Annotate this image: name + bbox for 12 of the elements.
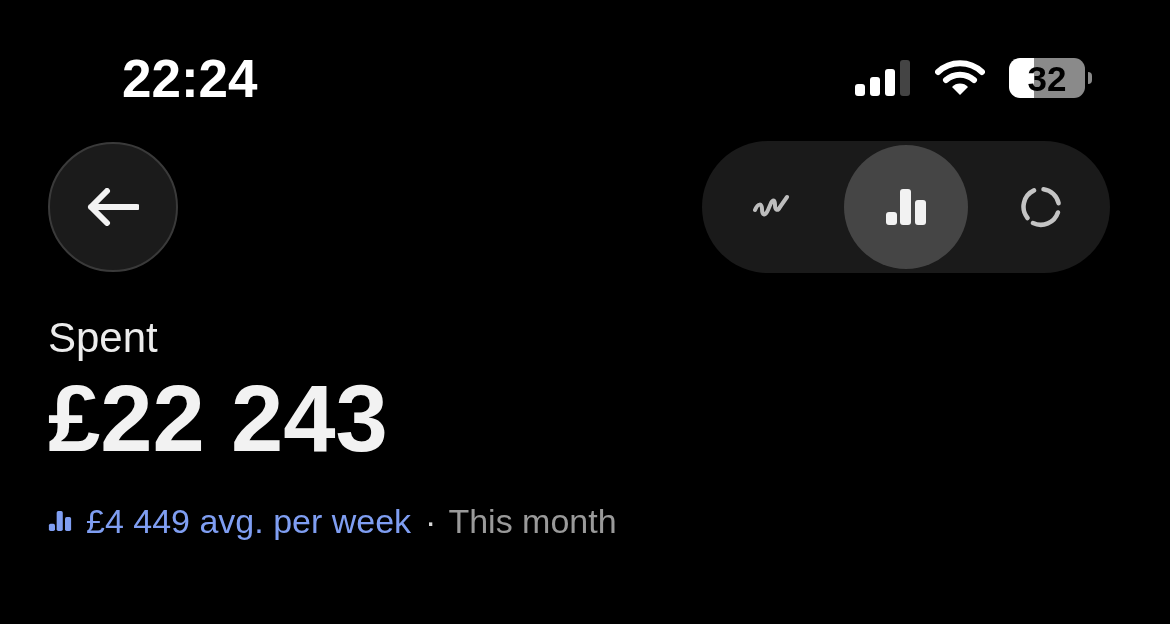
spent-amount: £22 243 [48, 367, 388, 471]
weekly-average: £4 449 avg. per week [86, 500, 412, 542]
signal-icon [855, 60, 911, 96]
bar-chart-icon [48, 511, 72, 532]
status-time: 22:24 [122, 51, 258, 105]
bar-chart-icon [886, 189, 926, 225]
back-arrow-icon [87, 188, 139, 226]
separator-dot: · [425, 500, 437, 542]
ring-icon [1020, 186, 1062, 228]
wifi-icon [935, 60, 985, 96]
spent-label: Spent [48, 313, 158, 363]
period-label: This month [448, 500, 617, 542]
